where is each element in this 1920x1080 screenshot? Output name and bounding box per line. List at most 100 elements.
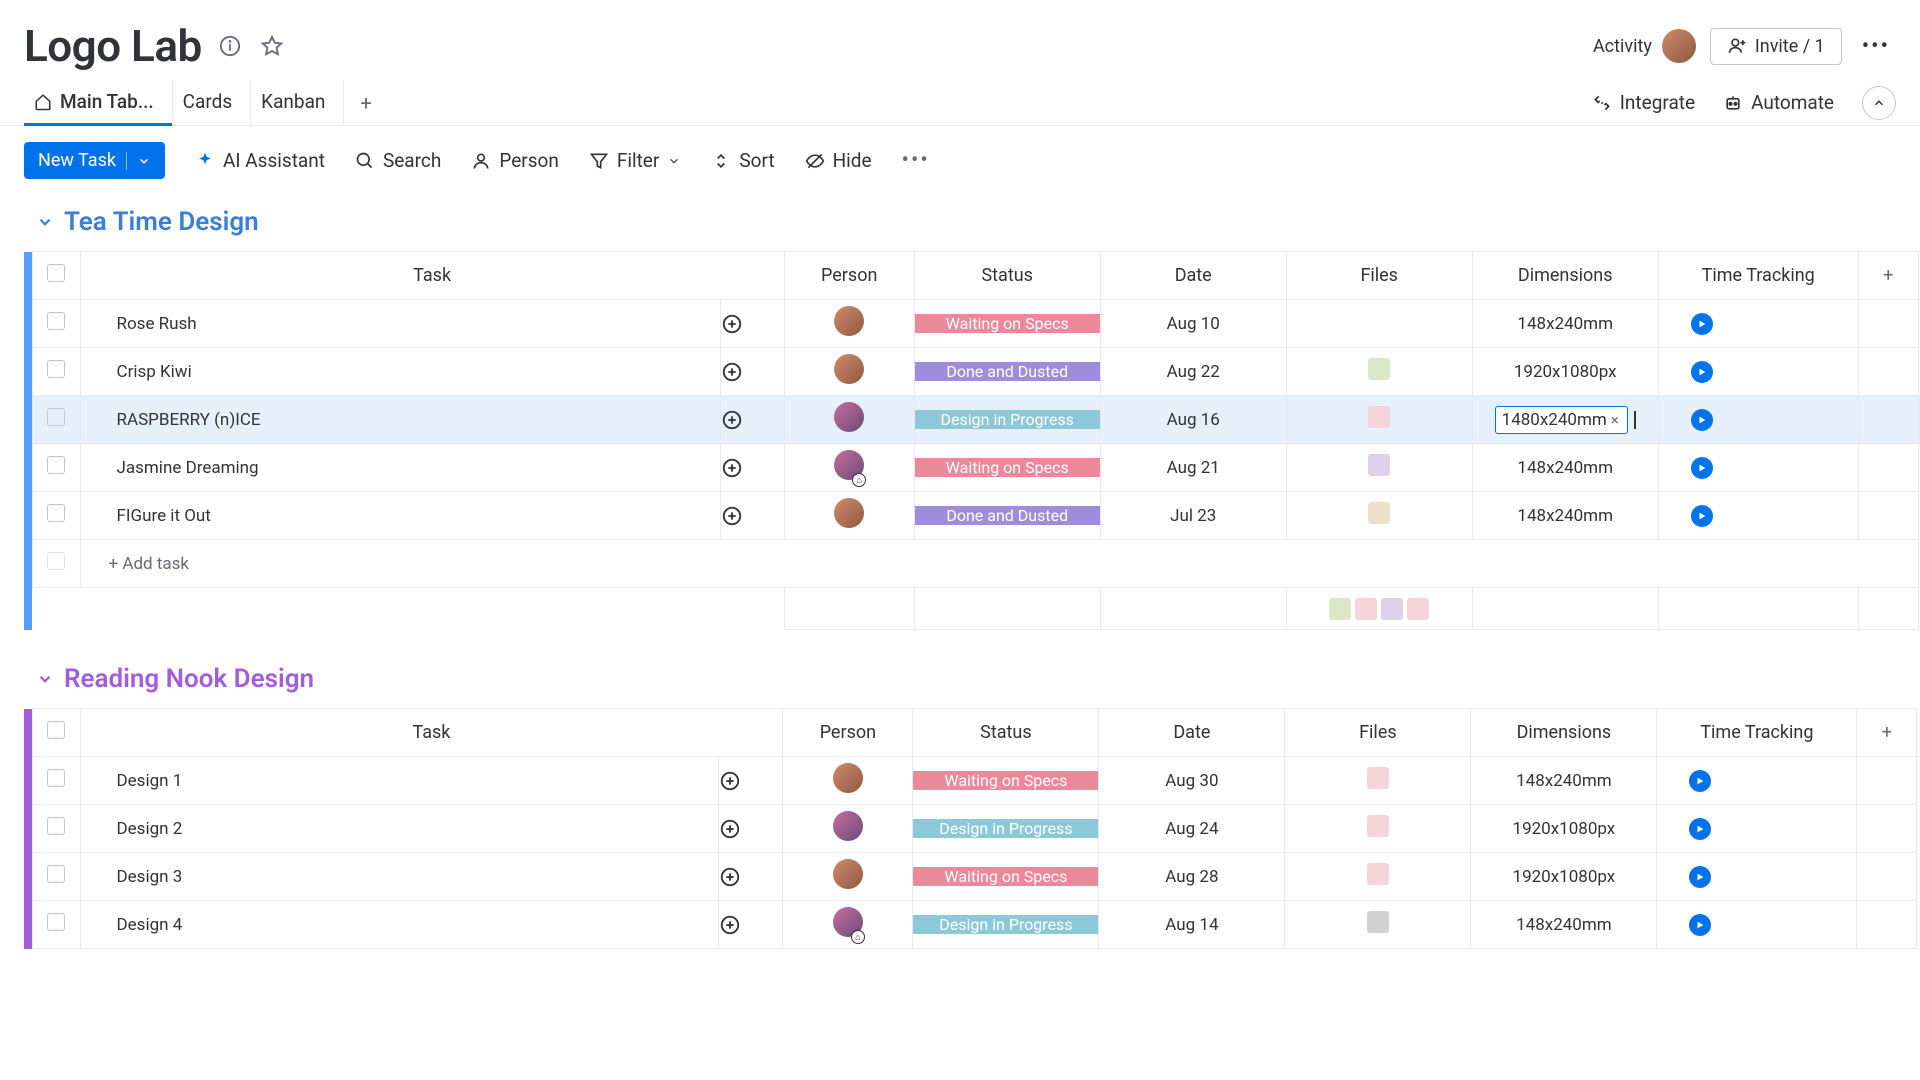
column-person[interactable]: Person: [783, 709, 913, 757]
file-thumbnail[interactable]: [1367, 815, 1389, 837]
column-dimensions[interactable]: Dimensions: [1472, 252, 1658, 300]
dimensions-cell[interactable]: 1920x1080px: [1472, 348, 1658, 396]
column-status[interactable]: Status: [913, 709, 1099, 757]
task-name-cell[interactable]: Design 3: [80, 853, 719, 901]
person-filter-button[interactable]: Person: [471, 149, 559, 172]
select-all[interactable]: [32, 709, 80, 757]
dimensions-cell[interactable]: 148x240mm: [1471, 757, 1657, 805]
column-files[interactable]: Files: [1286, 252, 1472, 300]
task-name-cell[interactable]: Rose Rush: [80, 300, 720, 348]
date-cell[interactable]: Aug 21: [1100, 444, 1286, 492]
date-cell[interactable]: Aug 30: [1099, 757, 1285, 805]
play-icon[interactable]: [1689, 866, 1711, 888]
time-tracking-cell[interactable]: [1657, 757, 1857, 805]
files-cell[interactable]: [1285, 901, 1471, 949]
toolbar-more-icon[interactable]: •••: [902, 148, 930, 173]
dimensions-value[interactable]: 148x240mm: [1517, 458, 1613, 478]
task-name-cell[interactable]: Design 1: [80, 757, 719, 805]
row-checkbox[interactable]: [32, 348, 80, 396]
tab-main[interactable]: Main Tab...: [24, 80, 173, 125]
dimensions-value[interactable]: 1920x1080px: [1514, 362, 1617, 382]
task-name-cell[interactable]: Design 4: [80, 901, 719, 949]
task-name-cell[interactable]: FIGure it Out: [80, 492, 720, 540]
status-cell[interactable]: Design in Progress: [913, 901, 1099, 949]
page-title[interactable]: Logo Lab: [24, 20, 202, 72]
filter-button[interactable]: Filter: [589, 149, 681, 172]
time-tracking-cell[interactable]: [1657, 901, 1857, 949]
play-icon[interactable]: [1691, 313, 1713, 335]
date-cell[interactable]: Aug 24: [1099, 805, 1285, 853]
row-checkbox[interactable]: [32, 300, 80, 348]
search-button[interactable]: Search: [355, 149, 441, 172]
task-name-cell[interactable]: RASPBERRY (n)ICE: [80, 396, 720, 444]
status-cell[interactable]: Waiting on Specs: [914, 444, 1100, 492]
file-thumbnail[interactable]: [1367, 863, 1389, 885]
status-cell[interactable]: Waiting on Specs: [914, 300, 1100, 348]
add-column-button[interactable]: +: [1858, 252, 1918, 300]
files-cell[interactable]: [1286, 348, 1472, 396]
new-task-button[interactable]: New Task: [24, 142, 165, 179]
dimensions-input[interactable]: 1480x240mm×: [1495, 406, 1628, 434]
person-cell[interactable]: [783, 853, 913, 901]
time-tracking-cell[interactable]: [1657, 853, 1857, 901]
collapse-button[interactable]: [1862, 86, 1896, 120]
column-date[interactable]: Date: [1100, 252, 1286, 300]
person-cell[interactable]: [783, 805, 913, 853]
dimensions-value[interactable]: 148x240mm: [1516, 771, 1612, 791]
expand-row-button[interactable]: [720, 444, 784, 492]
tab-cards[interactable]: Cards: [173, 80, 252, 125]
dimensions-value[interactable]: 1920x1080px: [1513, 819, 1616, 839]
row-checkbox[interactable]: [32, 805, 80, 853]
expand-row-button[interactable]: [720, 396, 784, 444]
activity-link[interactable]: Activity: [1593, 36, 1652, 57]
add-column-button[interactable]: +: [1857, 709, 1917, 757]
select-all[interactable]: [32, 252, 80, 300]
date-cell[interactable]: Aug 14: [1099, 901, 1285, 949]
automate-button[interactable]: Automate: [1723, 91, 1834, 114]
person-cell[interactable]: ⌂: [783, 901, 913, 949]
dimensions-cell[interactable]: 148x240mm: [1472, 300, 1658, 348]
column-person[interactable]: Person: [784, 252, 914, 300]
dimensions-value[interactable]: 148x240mm: [1517, 314, 1613, 334]
date-cell[interactable]: Aug 10: [1100, 300, 1286, 348]
expand-row-button[interactable]: [720, 492, 784, 540]
column-dimensions[interactable]: Dimensions: [1471, 709, 1657, 757]
row-checkbox[interactable]: [32, 853, 80, 901]
avatar[interactable]: [1662, 29, 1696, 63]
group-header[interactable]: Tea Time Design: [24, 203, 1920, 251]
row-checkbox[interactable]: [32, 444, 80, 492]
file-thumbnail[interactable]: [1367, 767, 1389, 789]
expand-row-button[interactable]: [719, 901, 783, 949]
star-icon[interactable]: [258, 32, 286, 60]
date-cell[interactable]: Jul 23: [1100, 492, 1286, 540]
status-cell[interactable]: Done and Dusted: [914, 492, 1100, 540]
time-tracking-cell[interactable]: [1657, 805, 1857, 853]
add-tab-button[interactable]: +: [344, 81, 387, 125]
file-thumbnail[interactable]: [1368, 406, 1390, 428]
task-name-cell[interactable]: Jasmine Dreaming: [80, 444, 720, 492]
time-tracking-cell[interactable]: [1658, 492, 1858, 540]
time-tracking-cell[interactable]: [1658, 396, 1858, 444]
column-task[interactable]: Task: [80, 709, 783, 757]
play-icon[interactable]: [1691, 409, 1713, 431]
person-cell[interactable]: [784, 492, 914, 540]
column-task[interactable]: Task: [80, 252, 784, 300]
integrate-button[interactable]: Integrate: [1592, 91, 1695, 114]
file-thumbnail[interactable]: [1368, 454, 1390, 476]
play-icon[interactable]: [1691, 505, 1713, 527]
date-cell[interactable]: Aug 16: [1100, 396, 1286, 444]
group-header[interactable]: Reading Nook Design: [24, 660, 1920, 708]
time-tracking-cell[interactable]: [1658, 348, 1858, 396]
person-cell[interactable]: [784, 348, 914, 396]
task-name-cell[interactable]: Design 2: [80, 805, 719, 853]
play-icon[interactable]: [1689, 770, 1711, 792]
play-icon[interactable]: [1689, 818, 1711, 840]
person-cell[interactable]: [783, 757, 913, 805]
person-cell[interactable]: ⌂: [784, 444, 914, 492]
files-cell[interactable]: [1286, 300, 1472, 348]
expand-row-button[interactable]: [719, 805, 783, 853]
tab-kanban[interactable]: Kanban: [251, 80, 344, 125]
row-checkbox[interactable]: [32, 901, 80, 949]
dimensions-value[interactable]: 148x240mm: [1516, 915, 1612, 935]
file-thumbnail[interactable]: [1368, 502, 1390, 524]
